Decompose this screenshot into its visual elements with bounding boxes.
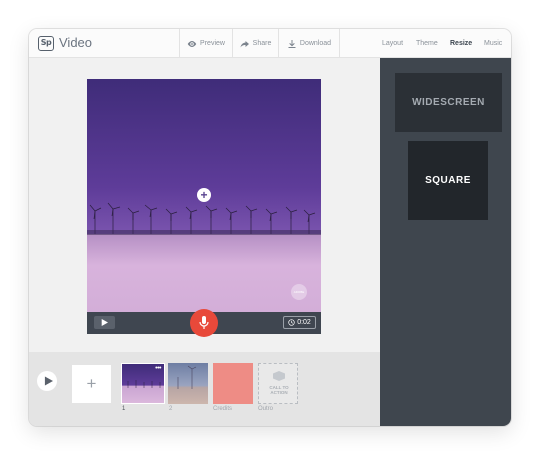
video-controls-bar: 0:02 [87,309,321,337]
video-ground [87,234,321,312]
slide-label-1: 1 [122,406,126,412]
share-arrow-icon [240,40,249,47]
slide-label-2: 2 [169,406,173,412]
slide-thumbnail-1[interactable]: ••• [121,363,165,404]
wind-turbines-image [87,202,321,235]
share-label: Share [252,40,272,47]
call-to-action-text: CALL TO ACTION [269,385,289,395]
resize-panel: WIDESCREEN SQUARE [380,58,511,426]
timeline-play-button[interactable] [37,371,57,391]
call-to-action-icon [273,371,285,381]
microphone-icon [199,316,209,329]
share-button[interactable]: Share [232,29,278,58]
app-title: Video [59,35,93,50]
preview-label: Preview [200,40,225,47]
square-option[interactable]: SQUARE [408,141,488,220]
spark-logo: Sp [38,36,54,51]
play-icon [101,319,108,326]
landscape-thumbnail-image [177,365,197,389]
menu-layout[interactable]: Layout [382,40,403,47]
slide-thumbnail-2[interactable] [168,363,208,404]
clock-icon [288,319,295,326]
slide-more-icon[interactable]: ••• [155,365,161,372]
download-button[interactable]: Download [278,29,340,58]
top-bar: Sp Video Preview Share Download Layout T… [29,29,511,58]
record-voice-button[interactable] [190,309,218,337]
add-media-icon[interactable]: + [197,188,211,202]
slide-label-credits: Credits [213,406,233,412]
eye-icon [187,40,197,47]
duration-button[interactable]: 0:02 [283,316,316,329]
app-window: Sp Video Preview Share Download Layout T… [29,29,511,426]
preview-button[interactable]: Preview [179,29,232,58]
menu-resize[interactable]: Resize [450,40,472,47]
menu-theme[interactable]: Theme [416,40,438,47]
download-label: Download [299,40,332,47]
download-icon [288,39,296,48]
video-canvas-area: + ADOBE 0:02 [29,58,380,352]
slide-timeline: + ••• 1 2 Credits CALL TO ACTION Outro [29,352,380,426]
watermark-badge: ADOBE [291,284,307,300]
add-slide-button[interactable]: + [72,365,111,403]
play-icon [44,376,53,386]
video-frame[interactable]: + ADOBE [87,79,321,312]
video-play-button[interactable] [94,316,115,329]
duration-value: 0:02 [297,319,311,326]
menu-music[interactable]: Music [484,40,502,47]
slide-thumbnail-outro[interactable]: CALL TO ACTION [258,363,298,404]
slide-label-outro: Outro [258,406,274,412]
widescreen-option[interactable]: WIDESCREEN [395,73,502,132]
slide-thumbnail-credits[interactable] [213,363,253,404]
